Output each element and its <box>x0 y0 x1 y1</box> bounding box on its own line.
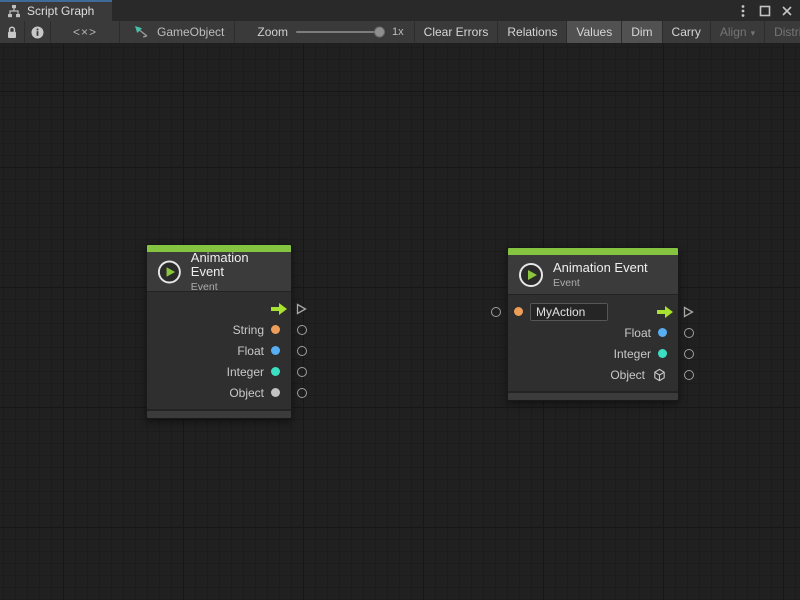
carry-toggle[interactable]: Carry <box>663 21 711 43</box>
chevron-down-icon: ▾ <box>751 28 756 39</box>
output-row-string: String <box>147 319 291 340</box>
output-row-float: Float <box>508 322 678 343</box>
lock-icon <box>6 25 18 39</box>
zoom-slider[interactable] <box>296 31 384 33</box>
node-subtitle: Event <box>553 277 648 289</box>
graph-owner-selector[interactable]: GameObject <box>120 21 235 43</box>
info-icon <box>31 26 44 39</box>
node-header[interactable]: Animation Event Event <box>508 255 678 295</box>
graph-pointer-icon <box>134 25 150 39</box>
node-title: Animation Event <box>553 261 648 275</box>
flow-port-triangle-icon <box>295 303 307 315</box>
zoom-label: Zoom <box>257 25 288 39</box>
tab-active-indicator <box>0 0 112 2</box>
node-footer <box>147 409 291 418</box>
script-graph-window: Script Graph <box>0 0 800 600</box>
align-dropdown[interactable]: Align ▾ <box>711 21 765 43</box>
integer-output-port[interactable] <box>297 367 307 377</box>
output-row-float: Float <box>147 340 291 361</box>
flow-output-port[interactable] <box>295 303 307 315</box>
graph-icon <box>7 4 21 18</box>
flow-arrow-icon <box>656 305 674 319</box>
object-type-dot <box>271 388 280 397</box>
graph-toolbar: <×> GameObject Zoom 1x Clear Errors Rela… <box>0 21 800 44</box>
integer-type-dot <box>658 349 667 358</box>
zoom-control: Zoom 1x <box>235 21 414 43</box>
node-body: Float Integer Object <box>508 295 678 391</box>
toolbar-buttons: Clear Errors Relations Values Dim Carry … <box>415 21 800 43</box>
string-type-dot <box>271 325 280 334</box>
relations-button[interactable]: Relations <box>498 21 567 43</box>
clear-errors-button[interactable]: Clear Errors <box>415 21 499 43</box>
float-output-port[interactable] <box>684 328 694 338</box>
object-output-port[interactable] <box>684 370 694 380</box>
event-name-field[interactable] <box>530 303 608 321</box>
float-output-port[interactable] <box>297 346 307 356</box>
integer-output-port[interactable] <box>684 349 694 359</box>
integer-type-dot <box>271 367 280 376</box>
node-title: Animation Event <box>191 251 281 279</box>
object-output-port[interactable] <box>297 388 307 398</box>
node-header[interactable]: Animation Event Event <box>147 252 291 292</box>
tab-script-graph[interactable]: Script Graph <box>0 0 112 21</box>
string-output-port[interactable] <box>297 325 307 335</box>
graph-owner-label: GameObject <box>157 25 224 39</box>
flow-arrow-icon <box>270 302 288 316</box>
output-row-integer: Integer <box>508 343 678 364</box>
flow-output-row <box>147 298 291 319</box>
output-row-object: Object <box>147 382 291 403</box>
event-play-icon <box>518 262 544 288</box>
output-row-object: Object <box>508 364 678 385</box>
cube-icon <box>652 367 667 383</box>
node-animation-event-2[interactable]: Animation Event Event <box>507 247 679 401</box>
window-controls <box>735 0 800 21</box>
maximize-icon[interactable] <box>757 3 773 19</box>
distribute-dropdown[interactable]: Distribute ▾ <box>765 21 800 43</box>
node-subtitle: Event <box>191 281 281 293</box>
dim-toggle[interactable]: Dim <box>622 21 662 43</box>
node-footer <box>508 391 678 400</box>
name-input-port[interactable] <box>491 307 501 317</box>
node-body: String Float Integer Object <box>147 292 291 409</box>
float-type-dot <box>658 328 667 337</box>
code-view-button[interactable]: <×> <box>51 21 120 43</box>
node-animation-event-1[interactable]: Animation Event Event String <box>146 244 292 419</box>
event-name-input-row <box>508 301 678 322</box>
window-menu-icon[interactable] <box>735 3 751 19</box>
float-type-dot <box>271 346 280 355</box>
lock-button[interactable] <box>0 21 25 43</box>
graph-canvas[interactable]: Animation Event Event String <box>0 44 800 600</box>
flow-output-port[interactable] <box>682 306 694 318</box>
zoom-slider-thumb[interactable] <box>374 27 385 38</box>
close-icon[interactable] <box>779 3 795 19</box>
string-type-dot <box>514 307 523 316</box>
tab-title: Script Graph <box>27 4 94 18</box>
zoom-value: 1x <box>392 26 404 38</box>
flow-port-triangle-icon <box>682 306 694 318</box>
info-button[interactable] <box>25 21 51 43</box>
output-row-integer: Integer <box>147 361 291 382</box>
values-toggle[interactable]: Values <box>567 21 622 43</box>
titlebar: Script Graph <box>0 0 800 21</box>
event-play-icon <box>157 259 182 285</box>
code-view-icon: <×> <box>73 25 97 39</box>
node-color-bar <box>508 248 678 255</box>
